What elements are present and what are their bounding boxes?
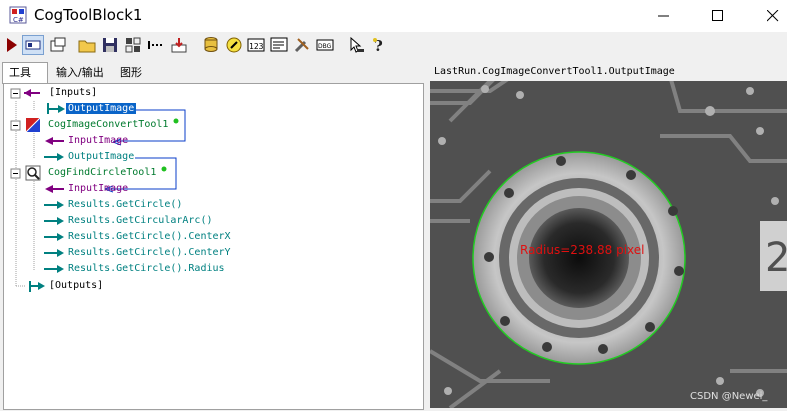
inputs-node[interactable]: [Inputs] (49, 86, 97, 100)
result-center-y[interactable]: Results.GetCircle().CenterY (68, 246, 231, 260)
toolblock-app-icon: C# (9, 6, 27, 24)
svg-text:123: 123 (249, 42, 264, 51)
save-icon[interactable] (101, 36, 119, 54)
convert-input-image-node[interactable]: InputImage (68, 134, 128, 148)
image-display[interactable]: 2 Radius=238.88 pixel CSDN @Newei_ (430, 81, 787, 408)
terminal-icon[interactable] (270, 36, 288, 54)
result-get-circular-arc[interactable]: Results.GetCircularArc() (68, 214, 213, 228)
window-title: CogToolBlock1 (34, 6, 143, 24)
minimize-icon (658, 15, 669, 17)
tab-graphics[interactable]: 图形 (114, 63, 148, 82)
camera-icon[interactable] (49, 36, 67, 54)
maximize-button[interactable] (695, 0, 741, 32)
dotted-line-icon[interactable] (147, 36, 165, 54)
open-folder-icon[interactable] (78, 36, 96, 54)
maximize-icon (712, 10, 723, 21)
find-circle-tool-node[interactable]: CogFindCircleTool1 (48, 166, 156, 180)
pointer-icon[interactable] (347, 36, 365, 54)
svg-text:C#: C# (13, 16, 24, 24)
convert-tool-node[interactable]: CogImageConvertTool1 (48, 118, 168, 132)
title-bar: C# CogToolBlock1 (0, 0, 787, 32)
result-get-circle[interactable]: Results.GetCircle() (68, 198, 182, 212)
outputs-node[interactable]: [Outputs] (49, 279, 103, 293)
board-marking: 2 (765, 235, 787, 281)
find-circle-tool-icon (25, 165, 41, 181)
tab-io[interactable]: 输入/输出 (50, 63, 110, 82)
image-display-header: LastRun.CogImageConvertTool1.OutputImage (430, 63, 787, 81)
run-icon[interactable] (3, 36, 21, 54)
numeric-display-icon[interactable]: 123 (247, 36, 265, 54)
close-icon (767, 10, 779, 22)
database-icon[interactable] (202, 36, 220, 54)
result-center-x[interactable]: Results.GetCircle().CenterX (68, 230, 231, 244)
inputs-output-image-node[interactable]: OutputImage (66, 102, 137, 116)
show-graphics-icon[interactable] (22, 35, 44, 55)
import-icon[interactable] (170, 36, 188, 54)
tool-tree[interactable]: [Inputs] OutputImage CogImageConvertTool… (3, 83, 424, 410)
close-button[interactable] (750, 0, 787, 32)
watermark-text: CSDN @Newei_ (690, 391, 768, 402)
convert-tool-icon (25, 117, 41, 133)
tab-strip: 工具 输入/输出 图形 (0, 62, 426, 84)
pcb-image: 2 Radius=238.88 pixel CSDN @Newei_ (430, 81, 787, 408)
radius-annotation: Radius=238.88 pixel (520, 243, 645, 257)
help-icon[interactable]: ? (370, 36, 388, 54)
minimize-button[interactable] (641, 0, 687, 32)
find-input-image-node[interactable]: InputImage (68, 182, 128, 196)
toolbar: 123 DBG ? (0, 32, 787, 60)
properties-icon[interactable] (124, 36, 142, 54)
tab-tools[interactable]: 工具 (2, 62, 48, 84)
svg-text:DBG: DBG (318, 43, 332, 50)
script-icon[interactable] (225, 36, 243, 54)
result-radius[interactable]: Results.GetCircle().Radius (68, 262, 225, 276)
debug-icon[interactable]: DBG (316, 36, 334, 54)
selected-item-label: OutputImage (66, 103, 137, 114)
tools-icon[interactable] (293, 36, 311, 54)
convert-output-image-node[interactable]: OutputImage (68, 150, 134, 164)
